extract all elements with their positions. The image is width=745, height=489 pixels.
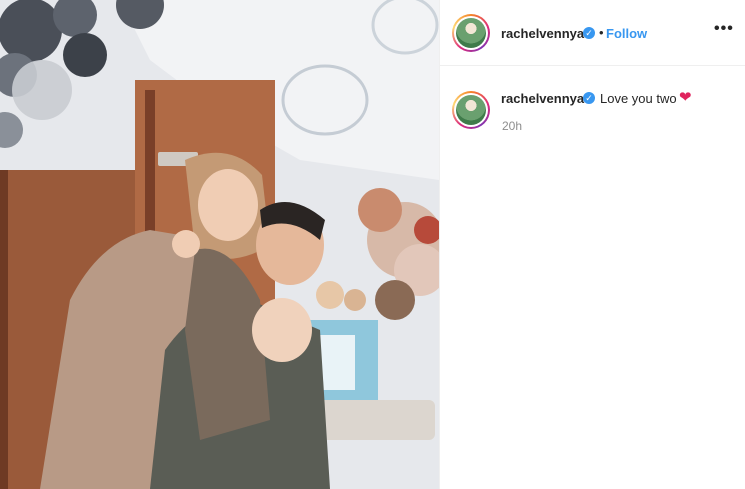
follow-button[interactable]: Follow bbox=[606, 26, 647, 41]
post-photo[interactable] bbox=[0, 0, 439, 489]
username-link[interactable]: rachelvennya bbox=[501, 26, 584, 41]
verified-badge-icon: ✓ bbox=[583, 92, 595, 104]
photo-illustration bbox=[0, 0, 439, 489]
instagram-post: rachelvennya ✓ • Follow ••• rachelvennya… bbox=[0, 0, 745, 489]
more-options-icon[interactable]: ••• bbox=[714, 20, 734, 38]
avatar[interactable] bbox=[452, 14, 490, 52]
post-timestamp[interactable]: 20h bbox=[502, 119, 522, 133]
separator-dot: • bbox=[599, 25, 604, 40]
heart-emoji-icon: ❤ bbox=[679, 89, 692, 106]
comment-username-link[interactable]: rachelvennya bbox=[501, 91, 584, 106]
verified-badge-icon: ✓ bbox=[583, 27, 595, 39]
post-side-panel: rachelvennya ✓ • Follow ••• rachelvennya… bbox=[439, 0, 745, 489]
post-header: rachelvennya ✓ • Follow ••• bbox=[440, 0, 745, 66]
caption-text: Love you two bbox=[600, 91, 677, 106]
avatar[interactable] bbox=[452, 91, 490, 129]
